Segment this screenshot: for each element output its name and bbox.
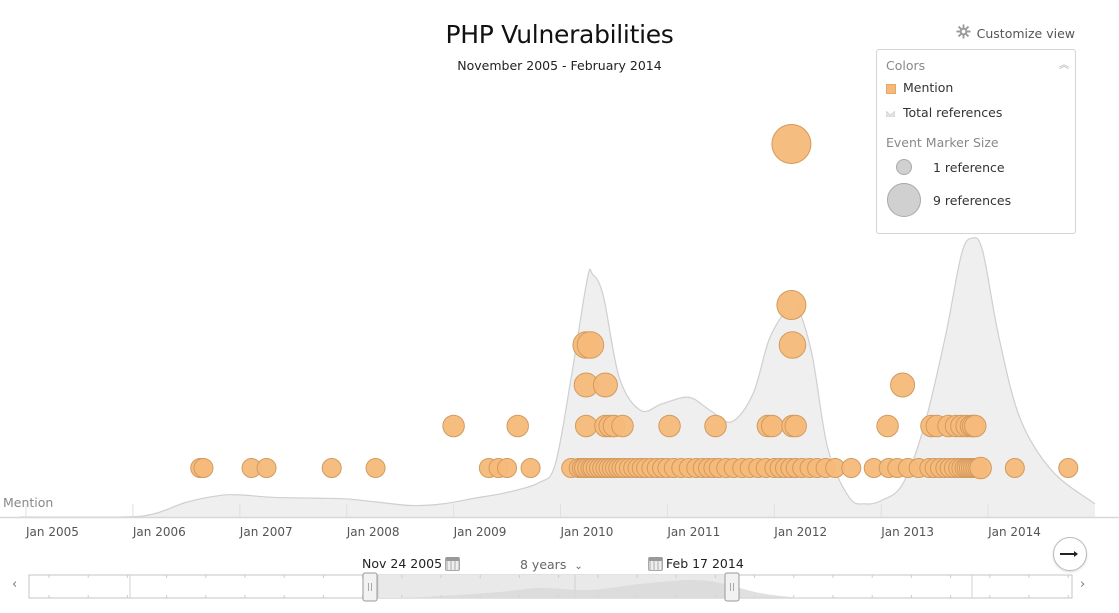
x-axis-tick-label: Jan 2008 bbox=[346, 525, 400, 539]
mention-bubble bbox=[520, 458, 541, 478]
range-span-dropdown[interactable]: 8 years ⌄ bbox=[520, 557, 583, 572]
x-axis-tick-label: Jan 2009 bbox=[453, 525, 507, 539]
clock-icon[interactable] bbox=[1053, 537, 1087, 571]
mention-bubble bbox=[964, 414, 987, 438]
mention-swatch bbox=[886, 84, 896, 94]
x-axis-tick-label: Jan 2007 bbox=[239, 525, 293, 539]
x-axis-tick-label: Jan 2006 bbox=[132, 525, 186, 539]
clock-hand bbox=[1060, 551, 1078, 556]
calendar-icon[interactable] bbox=[648, 556, 663, 571]
mention-bubble bbox=[776, 290, 807, 320]
handle-body bbox=[724, 572, 740, 602]
mention-bubble bbox=[193, 458, 214, 478]
legend-small-label: 1 reference bbox=[933, 160, 1005, 175]
collapse-legend-icon[interactable]: ︽ bbox=[1059, 56, 1069, 71]
mention-bubble bbox=[658, 414, 681, 438]
mention-bubble bbox=[574, 414, 598, 438]
mention-bubble bbox=[778, 331, 807, 359]
mention-bubble bbox=[576, 331, 605, 359]
range-end-handle[interactable] bbox=[724, 572, 740, 602]
mention-bubble bbox=[592, 372, 618, 398]
range-start-date[interactable]: Nov 24 2005 bbox=[362, 556, 461, 571]
mention-bubble bbox=[841, 458, 862, 478]
legend-panel: ︽ Colors Mention Total references Event … bbox=[876, 49, 1076, 234]
legend-colors-heading: Colors bbox=[886, 58, 926, 73]
x-axis-tick-label: Jan 2013 bbox=[880, 525, 934, 539]
mention-bubble bbox=[365, 458, 386, 478]
chevron-down-icon: ⌄ bbox=[574, 561, 583, 572]
mention-bubble bbox=[704, 414, 727, 438]
row-label-mention: Mention bbox=[3, 495, 54, 510]
mention-bubble bbox=[321, 458, 342, 478]
x-axis-tick-label: Jan 2005 bbox=[25, 525, 79, 539]
range-overview bbox=[28, 572, 1073, 602]
calendar-icon[interactable] bbox=[445, 556, 461, 571]
scroll-right-button[interactable]: › bbox=[1080, 577, 1085, 592]
range-start-label: Nov 24 2005 bbox=[362, 556, 443, 571]
range-end-date[interactable]: Feb 17 2014 bbox=[648, 556, 744, 571]
range-start-handle[interactable] bbox=[362, 572, 378, 602]
mention-bubble bbox=[784, 414, 807, 438]
marker-size-big-icon bbox=[887, 183, 921, 217]
marker-size-small-icon bbox=[896, 159, 912, 175]
mention-bubble bbox=[611, 414, 634, 438]
legend-mention-label: Mention bbox=[903, 80, 954, 95]
scroll-left-button[interactable]: ‹ bbox=[12, 577, 17, 592]
mention-bubble bbox=[969, 456, 992, 480]
x-axis-tick-label: Jan 2014 bbox=[987, 525, 1041, 539]
x-axis-tick-label: Jan 2010 bbox=[560, 525, 614, 539]
mention-bubble bbox=[876, 414, 899, 438]
x-axis-tick-label: Jan 2012 bbox=[773, 525, 827, 539]
x-axis-tick-label: Jan 2011 bbox=[666, 525, 720, 539]
range-span-label: 8 years bbox=[520, 557, 567, 572]
mention-bubble bbox=[442, 414, 465, 438]
total-references-swatch bbox=[886, 111, 895, 117]
mention-bubble bbox=[890, 372, 916, 398]
mention-bubble bbox=[1004, 458, 1025, 478]
legend-big-label: 9 references bbox=[933, 193, 1012, 208]
legend-size-heading: Event Marker Size bbox=[886, 135, 999, 150]
mention-bubble bbox=[497, 458, 518, 478]
mention-bubble bbox=[506, 414, 529, 438]
mention-bubble bbox=[760, 414, 784, 438]
mention-bubble bbox=[1058, 458, 1079, 478]
mention-bubble bbox=[256, 458, 277, 478]
mention-bubble bbox=[771, 124, 812, 164]
legend-total-label: Total references bbox=[903, 105, 1003, 120]
handle-body bbox=[362, 572, 378, 602]
range-end-label: Feb 17 2014 bbox=[666, 556, 744, 571]
